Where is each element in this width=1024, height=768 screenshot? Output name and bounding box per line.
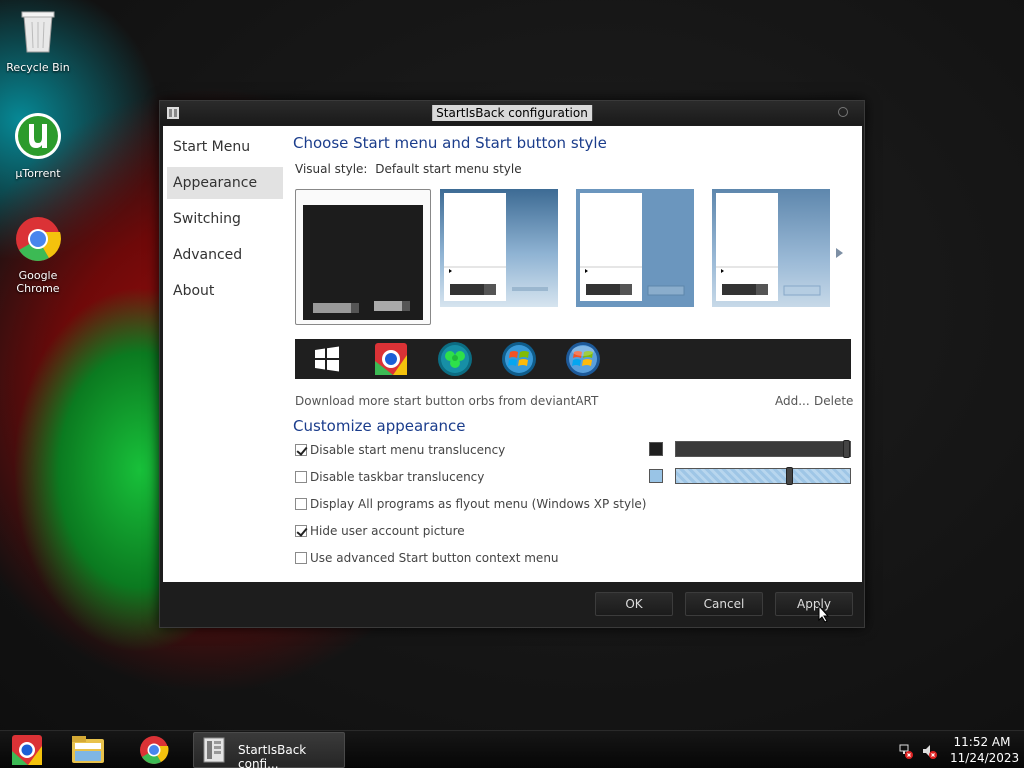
- next-style-arrow-icon[interactable]: [836, 248, 843, 258]
- recycle-bin-icon: [21, 11, 55, 53]
- startisback-app-icon: [203, 737, 225, 763]
- checkbox-unchecked-icon[interactable]: [295, 552, 307, 564]
- visual-style-row: Visual style: Default start menu style: [295, 162, 522, 176]
- task-label: StartIsBack confi...: [238, 743, 307, 768]
- chrome-orb-icon[interactable]: [373, 341, 409, 377]
- style-thumbnail-dark[interactable]: [295, 189, 431, 325]
- option-label: Hide user account picture: [310, 524, 465, 538]
- blue-style-preview-icon: [712, 189, 830, 307]
- start-button-icon[interactable]: [2, 733, 54, 767]
- slider-thumb[interactable]: [786, 467, 793, 485]
- cancel-button[interactable]: Cancel: [685, 592, 763, 616]
- option-label: Display All programs as flyout menu (Win…: [310, 497, 647, 511]
- checkbox-checked-icon[interactable]: [295, 525, 307, 537]
- option-hide-user-picture[interactable]: Hide user account picture: [295, 524, 465, 538]
- nav-item-appearance[interactable]: Appearance: [167, 167, 283, 199]
- blue-style-preview-icon: [440, 189, 558, 307]
- option-label: Disable start menu translucency: [310, 443, 506, 457]
- settings-nav: Start Menu Appearance Switching Advanced…: [163, 126, 287, 582]
- google-chrome-shortcut[interactable]: Google Chrome: [0, 216, 76, 295]
- mouse-cursor-icon: [818, 605, 830, 623]
- taskbar-color-swatch[interactable]: [649, 469, 663, 483]
- start-menu-opacity-slider[interactable]: [675, 440, 851, 458]
- option-disable-start-menu-translucency[interactable]: Disable start menu translucency: [295, 443, 505, 457]
- style-thumbnail-blue-3[interactable]: [712, 189, 848, 325]
- checkbox-checked-icon[interactable]: [295, 444, 307, 456]
- utorrent-shortcut[interactable]: µTorrent: [0, 112, 76, 180]
- checkbox-unchecked-icon[interactable]: [295, 498, 307, 510]
- taskbar-opacity-slider[interactable]: [675, 467, 851, 485]
- utorrent-icon: [15, 113, 61, 159]
- download-orbs-link[interactable]: Download more start button orbs from dev…: [295, 394, 598, 408]
- delete-orb-link[interactable]: Delete: [814, 394, 853, 408]
- customize-section-heading: Customize appearance: [293, 417, 466, 435]
- style-section-heading: Choose Start menu and Start button style: [293, 134, 607, 152]
- app-icon: [167, 107, 179, 119]
- desktop-icon-label: µTorrent: [15, 167, 61, 180]
- nav-item-advanced[interactable]: Advanced: [167, 239, 283, 271]
- desktop-icon-label: Google Chrome: [16, 269, 60, 295]
- option-disable-taskbar-translucency[interactable]: Disable taskbar translucency: [295, 470, 484, 484]
- option-all-programs-flyout[interactable]: Display All programs as flyout menu (Win…: [295, 497, 646, 511]
- nav-item-switching[interactable]: Switching: [167, 203, 283, 235]
- window-title: StartIsBack configuration: [432, 105, 592, 121]
- clock-date: 11/24/2023: [950, 751, 1020, 765]
- blue-style-preview-icon: [576, 189, 694, 307]
- option-label: Use advanced Start button context menu: [310, 551, 559, 565]
- add-orb-link[interactable]: Add...: [775, 394, 810, 408]
- network-error-icon[interactable]: [898, 743, 914, 759]
- windows7-orb-icon[interactable]: [501, 341, 537, 377]
- start-orb-strip: [295, 339, 851, 379]
- recycle-bin-shortcut[interactable]: Recycle Bin: [0, 8, 76, 74]
- start-menu-color-swatch[interactable]: [649, 442, 663, 456]
- visual-style-label: Visual style:: [295, 162, 368, 176]
- dialog-footer: OK Cancel Apply: [160, 583, 864, 627]
- apply-button[interactable]: Apply: [775, 592, 853, 616]
- slider-thumb[interactable]: [843, 440, 850, 458]
- windows-vista-orb-icon[interactable]: [565, 341, 601, 377]
- volume-muted-icon[interactable]: [921, 743, 937, 759]
- chrome-taskbar-icon[interactable]: [128, 733, 180, 767]
- clock-time: 11:52 AM: [953, 735, 1011, 749]
- style-thumbnail-blue-2[interactable]: [576, 189, 712, 325]
- windows8-orb-icon[interactable]: [309, 341, 345, 377]
- taskbar-task-startisback[interactable]: StartIsBack confi...: [193, 732, 345, 768]
- clover-orb-icon[interactable]: [437, 341, 473, 377]
- dark-style-preview-icon: [303, 205, 423, 320]
- close-icon[interactable]: [838, 107, 848, 117]
- file-explorer-icon[interactable]: [63, 733, 115, 767]
- window-titlebar[interactable]: StartIsBack configuration: [160, 101, 864, 125]
- nav-item-start-menu[interactable]: Start Menu: [167, 131, 283, 163]
- taskbar: StartIsBack confi... 11:52 AM 11/24/2023: [0, 730, 1024, 768]
- window-client-area: Start Menu Appearance Switching Advanced…: [163, 126, 862, 582]
- checkbox-unchecked-icon[interactable]: [295, 471, 307, 483]
- option-advanced-context-menu[interactable]: Use advanced Start button context menu: [295, 551, 559, 565]
- chrome-icon: [16, 217, 61, 261]
- system-clock[interactable]: 11:52 AM 11/24/2023: [950, 734, 1020, 766]
- desktop-icon-label: Recycle Bin: [6, 61, 70, 74]
- option-label: Disable taskbar translucency: [310, 470, 485, 484]
- style-thumbnail-blue-1[interactable]: [440, 189, 576, 325]
- ok-button[interactable]: OK: [595, 592, 673, 616]
- startisback-config-window: StartIsBack configuration Start Menu App…: [159, 100, 865, 628]
- nav-item-about[interactable]: About: [167, 275, 283, 307]
- visual-style-value: Default start menu style: [375, 162, 522, 176]
